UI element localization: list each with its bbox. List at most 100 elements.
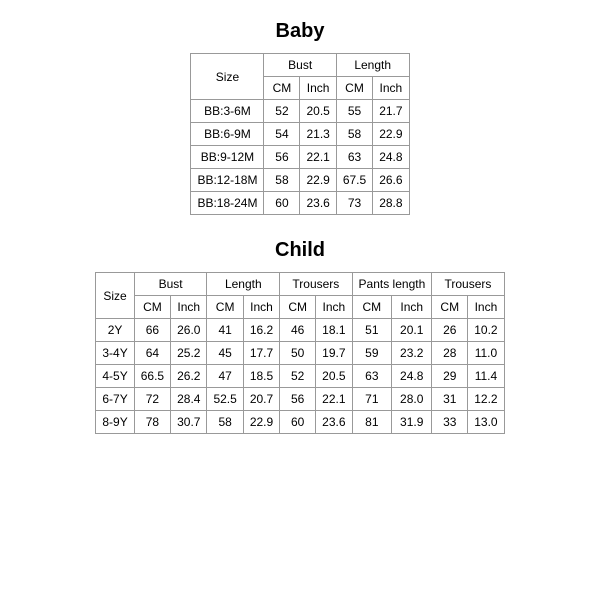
baby-sub-length-inch: Inch (373, 77, 409, 100)
table-row: BB:12-18M5822.967.526.6 (191, 169, 409, 192)
table-cell: 52 (280, 365, 316, 388)
table-cell: 20.1 (392, 319, 432, 342)
table-cell: 30.7 (171, 411, 207, 434)
child-title: Child (275, 239, 325, 262)
table-cell: 60 (280, 411, 316, 434)
child-sub-trousers2-cm: CM (432, 296, 468, 319)
table-cell: BB:6-9M (191, 123, 264, 146)
table-cell: 2Y (96, 319, 134, 342)
baby-col-size: Size (191, 54, 264, 100)
child-sub-pants-cm: CM (352, 296, 392, 319)
table-cell: 66.5 (134, 365, 170, 388)
table-cell: 78 (134, 411, 170, 434)
child-sub-bust-cm: CM (134, 296, 170, 319)
baby-sub-bust-cm: CM (264, 77, 300, 100)
table-cell: 16.2 (243, 319, 279, 342)
table-row: BB:3-6M5220.55521.7 (191, 100, 409, 123)
child-sub-trousers1-cm: CM (280, 296, 316, 319)
table-cell: 51 (352, 319, 392, 342)
table-cell: 8-9Y (96, 411, 134, 434)
child-sub-length-cm: CM (207, 296, 243, 319)
table-row: BB:9-12M5622.16324.8 (191, 146, 409, 169)
table-cell: BB:12-18M (191, 169, 264, 192)
child-sub-length-inch: Inch (243, 296, 279, 319)
table-cell: 72 (134, 388, 170, 411)
child-col-length: Length (207, 273, 280, 296)
table-cell: 26 (432, 319, 468, 342)
table-cell: 81 (352, 411, 392, 434)
table-cell: 26.0 (171, 319, 207, 342)
table-cell: 10.2 (468, 319, 504, 342)
table-cell: 56 (280, 388, 316, 411)
child-col-trousers2: Trousers (432, 273, 504, 296)
baby-sub-bust-inch: Inch (300, 77, 336, 100)
baby-title: Baby (276, 20, 325, 43)
table-cell: 66 (134, 319, 170, 342)
table-cell: 63 (336, 146, 372, 169)
table-cell: 21.3 (300, 123, 336, 146)
child-col-trousers1: Trousers (280, 273, 352, 296)
table-cell: 59 (352, 342, 392, 365)
table-row: 8-9Y7830.75822.96023.68131.93313.0 (96, 411, 504, 434)
table-cell: 33 (432, 411, 468, 434)
table-cell: 64 (134, 342, 170, 365)
table-cell: 52 (264, 100, 300, 123)
table-cell: 13.0 (468, 411, 504, 434)
table-cell: 71 (352, 388, 392, 411)
baby-col-length: Length (336, 54, 409, 77)
table-cell: 26.2 (171, 365, 207, 388)
table-cell: 29 (432, 365, 468, 388)
table-cell: 55 (336, 100, 372, 123)
table-cell: BB:18-24M (191, 192, 264, 215)
table-row: 3-4Y6425.24517.75019.75923.22811.0 (96, 342, 504, 365)
child-sub-trousers1-inch: Inch (316, 296, 352, 319)
child-table: Size Bust Length Trousers Pants length T… (95, 272, 504, 434)
table-cell: 22.1 (300, 146, 336, 169)
table-row: BB:6-9M5421.35822.9 (191, 123, 409, 146)
table-cell: 6-7Y (96, 388, 134, 411)
table-cell: 73 (336, 192, 372, 215)
child-col-bust: Bust (134, 273, 207, 296)
child-col-size: Size (96, 273, 134, 319)
table-cell: 20.5 (316, 365, 352, 388)
table-row: 6-7Y7228.452.520.75622.17128.03112.2 (96, 388, 504, 411)
table-cell: BB:9-12M (191, 146, 264, 169)
table-row: BB:18-24M6023.67328.8 (191, 192, 409, 215)
table-cell: 23.6 (316, 411, 352, 434)
child-sub-trousers2-inch: Inch (468, 296, 504, 319)
table-cell: 26.6 (373, 169, 409, 192)
table-cell: 31.9 (392, 411, 432, 434)
child-col-pants-length: Pants length (352, 273, 432, 296)
table-cell: 22.1 (316, 388, 352, 411)
table-cell: 45 (207, 342, 243, 365)
table-cell: 18.1 (316, 319, 352, 342)
table-cell: 22.9 (243, 411, 279, 434)
table-cell: 60 (264, 192, 300, 215)
table-cell: 23.2 (392, 342, 432, 365)
table-cell: 4-5Y (96, 365, 134, 388)
table-cell: 41 (207, 319, 243, 342)
table-cell: 11.0 (468, 342, 504, 365)
table-cell: 56 (264, 146, 300, 169)
table-cell: 3-4Y (96, 342, 134, 365)
table-cell: 52.5 (207, 388, 243, 411)
table-cell: 21.7 (373, 100, 409, 123)
table-cell: 28.4 (171, 388, 207, 411)
table-cell: 28 (432, 342, 468, 365)
child-section: Child Size Bust Length Trousers Pants le… (10, 239, 590, 458)
baby-section: Baby Size Bust Length CM Inch CM Inch BB… (10, 20, 590, 239)
table-cell: 23.6 (300, 192, 336, 215)
table-cell: 46 (280, 319, 316, 342)
table-cell: 28.8 (373, 192, 409, 215)
table-cell: 22.9 (300, 169, 336, 192)
table-cell: 47 (207, 365, 243, 388)
table-cell: 20.7 (243, 388, 279, 411)
table-row: 2Y6626.04116.24618.15120.12610.2 (96, 319, 504, 342)
table-cell: 24.8 (392, 365, 432, 388)
table-row: 4-5Y66.526.24718.55220.56324.82911.4 (96, 365, 504, 388)
table-cell: 63 (352, 365, 392, 388)
table-cell: 19.7 (316, 342, 352, 365)
table-cell: 18.5 (243, 365, 279, 388)
table-cell: 17.7 (243, 342, 279, 365)
baby-sub-length-cm: CM (336, 77, 372, 100)
